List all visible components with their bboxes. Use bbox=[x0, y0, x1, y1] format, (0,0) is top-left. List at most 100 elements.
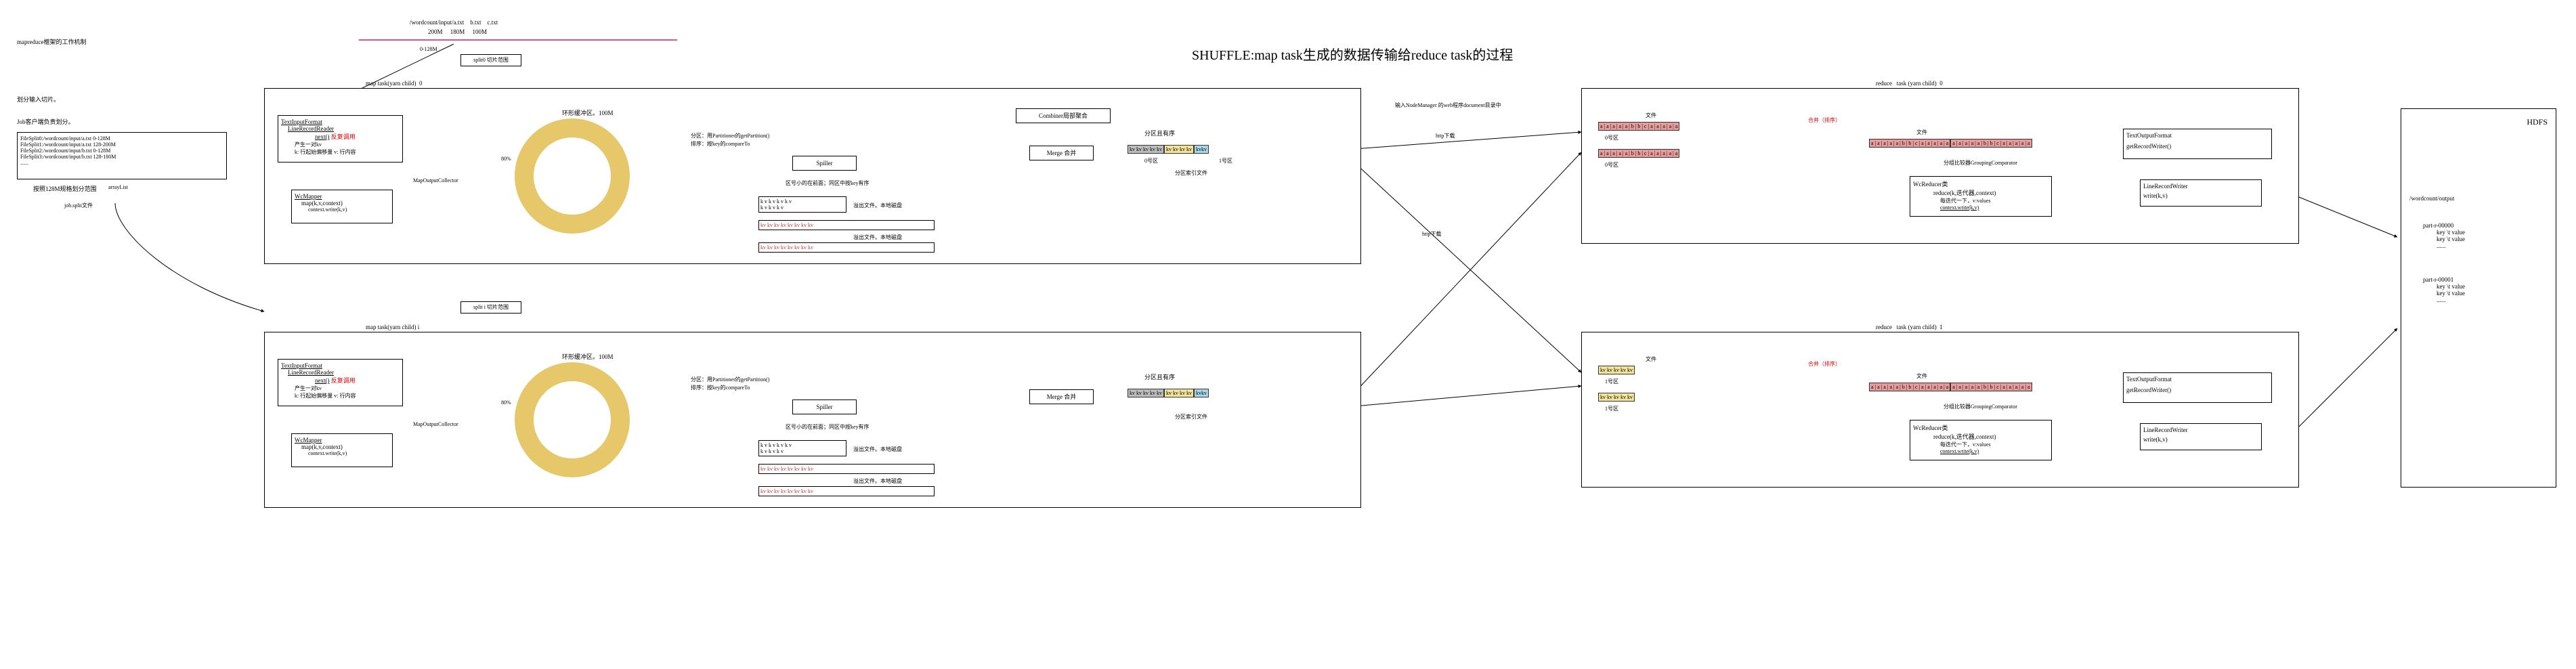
k2: a | a | a | a | a | b | b | c | a | a | … bbox=[1598, 149, 1679, 158]
z1b: 1号区 bbox=[1605, 405, 1618, 412]
wcmapper-0: WcMapper map(k,v,context) context.write(… bbox=[291, 190, 393, 223]
lrr: LineRecordReader bbox=[288, 125, 400, 132]
grp1: 分组比较器GroupingComparator bbox=[1944, 403, 2017, 410]
reuse: 反复调用 bbox=[331, 133, 356, 140]
jobsplit-label: job.split文件 bbox=[64, 202, 93, 209]
cw0: context.write(k,v) bbox=[1940, 204, 2048, 211]
r1-file-b: kv kv kv kv kv bbox=[1598, 393, 1635, 402]
mfn: map(k,v,context) bbox=[301, 444, 389, 450]
hdfs-f0: part-r-00000 bbox=[2423, 222, 2548, 229]
spliti-box: split i 切片范围 bbox=[460, 301, 521, 314]
r0-merged: a | a | a | a | a | b | b | c | a | a | … bbox=[1869, 139, 2032, 148]
spill-file-label-0a: 溢出文件。本地磁盘 bbox=[853, 202, 902, 209]
input-files: /wordcount/input/a.txt b.txt c.txt bbox=[410, 19, 498, 26]
tof-1: TextOutputFormat getRecordWriter() bbox=[2123, 372, 2272, 403]
sr-ia: kv kv kv kv kv kv kv kv bbox=[758, 464, 935, 474]
pct-i: 80% bbox=[501, 400, 511, 406]
tof-0: TextOutputFormat getRecordWriter() bbox=[2123, 129, 2272, 159]
lrw1: LineRecordWriter bbox=[2143, 427, 2258, 433]
d1: ...... bbox=[2437, 297, 2548, 303]
r11: key \t value bbox=[2437, 290, 2548, 297]
page-title: SHUFFLE:map task生成的数据传输给reduce task的过程 bbox=[1192, 44, 1513, 64]
partition-l2-0: 排序：按key的compareTo bbox=[691, 140, 750, 148]
sh-ia: k v k v k v k v k v k v k v bbox=[758, 440, 846, 456]
rfn1: reduce(k,迭代器,context) bbox=[1933, 432, 2048, 441]
pct-0: 80% bbox=[501, 156, 511, 162]
produce: 产生一对kv bbox=[295, 141, 400, 148]
lrw: LineRecordWriter bbox=[2143, 183, 2258, 190]
r0-file-a: a | a | a | a | a | b | b | c | a | a | … bbox=[1598, 122, 1679, 131]
spill-row-0b: kv kv kv kv kv kv kv kv bbox=[758, 242, 935, 253]
hdfs-path: /wordcount/output bbox=[2409, 195, 2548, 202]
split-desc-l4: 按照128M规格划分范围 bbox=[33, 184, 98, 193]
f1m: 文件 bbox=[1916, 372, 1927, 380]
tif-box-i: TextInputFormat LineRecordReader next() … bbox=[278, 359, 403, 406]
r0-file-b: a | a | a | a | a | b | b | c | a | a | … bbox=[1598, 149, 1679, 158]
produce2-i: k: 行起始偏移量 v: 行内容 bbox=[295, 392, 400, 400]
z0b: 0号区 bbox=[1605, 161, 1618, 169]
kv-bar-0: kv kv kv kv kvkv kv kv kvkvkv bbox=[1128, 145, 1209, 154]
reducetask1-header: reduce task (yarn child) 1 bbox=[1876, 324, 1943, 330]
rfn: reduce(k,迭代器,context) bbox=[1933, 188, 2048, 197]
reducer-1: WcReducer类 reduce(k,迭代器,context) 每迭代一下，v… bbox=[1910, 420, 2052, 460]
arraylist-label: arrayList bbox=[108, 184, 128, 190]
tif-box-0: TextInputFormat LineRecordReader next() … bbox=[278, 115, 403, 163]
z1a: 1号区 bbox=[1605, 378, 1618, 385]
next-i: next() bbox=[315, 377, 330, 384]
group-0: 分组比较器GroupingComparator bbox=[1944, 159, 2017, 167]
k0i: kv kv kv kv kv bbox=[1128, 389, 1164, 397]
split0-box: split0 切片范围 bbox=[460, 54, 521, 66]
wcm: WcMapper bbox=[295, 437, 389, 444]
ring-i bbox=[515, 362, 630, 477]
maptaski-header: map task(yarn child) i bbox=[366, 324, 419, 330]
z0a: 0号区 bbox=[1605, 134, 1618, 142]
srk: kv kv kv kv kv kv kv kv bbox=[760, 466, 813, 472]
hdfs-title: HDFS bbox=[2409, 117, 2548, 127]
split-desc-l1: Job客户端负责划分。 bbox=[17, 117, 98, 126]
reducer-0: WcReducer类 reduce(k,迭代器,context) 每迭代一下，v… bbox=[1910, 176, 2052, 217]
spill-file-label-0b: 溢出文件。本地磁盘 bbox=[853, 234, 902, 241]
tif: TextInputFormat bbox=[281, 118, 400, 125]
partition-sort-0: 分区且有序 bbox=[1144, 129, 1175, 137]
ring-0 bbox=[515, 118, 630, 234]
pink-underline bbox=[359, 39, 677, 41]
k: a | a | a | a | a | b | b | c | a | a | … bbox=[1598, 122, 1679, 131]
srk2: kv kv kv kv kv kv kv kv bbox=[760, 488, 813, 494]
mapfn: map(k,v,context) bbox=[301, 200, 389, 207]
sl-ia: 溢出文件。本地磁盘 bbox=[853, 446, 902, 453]
sl-ib: 溢出文件。本地磁盘 bbox=[853, 477, 902, 485]
kv1: kv kv kv kv bbox=[1164, 145, 1194, 154]
collector-i: MapOutputCollector bbox=[413, 421, 458, 427]
http-dl-1: http下载 bbox=[1422, 230, 1441, 238]
produce2: k: 行起始偏移量 v: 行内容 bbox=[295, 148, 400, 156]
range-0: 0-128M bbox=[420, 46, 437, 52]
buffer-title-i: 环形缓冲区。100M bbox=[562, 352, 614, 361]
r01: key \t value bbox=[2437, 236, 2548, 242]
spiller-0: Spiller bbox=[792, 156, 857, 171]
filesplits-box: FileSplit0:/wordcount/input/a.txt 0-128M… bbox=[17, 132, 227, 179]
spill-kv: kv kv kv kv kv kv kv kv bbox=[760, 222, 813, 228]
f1a: 文件 bbox=[1646, 355, 1656, 363]
r1-file-a: kv kv kv kv kv bbox=[1598, 366, 1635, 374]
cw: context.write(k,v) bbox=[308, 450, 389, 456]
collector-0: MapOutputCollector bbox=[413, 177, 458, 184]
km2: a | a | a | a | a | b | b | c | a | a | … bbox=[1950, 383, 2032, 391]
rc1: WcReducer类 bbox=[1913, 423, 2048, 432]
lrw-1: LineRecordWriter write(k,v) bbox=[2140, 423, 2262, 450]
reuse-i: 反复调用 bbox=[331, 377, 356, 384]
reducetask1-container bbox=[1581, 332, 2299, 488]
it: 每迭代一下，v:values bbox=[1940, 197, 2048, 204]
km2: a | a | a | a | a | b | b | c | a | a | … bbox=[1950, 139, 2032, 148]
buffer-title-0: 环形缓冲区。100M bbox=[562, 108, 614, 117]
spiller-note-0: 区号小的在前面；同区中按key有序 bbox=[786, 179, 870, 187]
km: a | a | a | a | a | b | b | c | a | a | … bbox=[1869, 139, 1950, 148]
kv0: kv kv kv kv kv bbox=[1128, 145, 1164, 154]
zone0-0: 0号区 bbox=[1144, 157, 1158, 165]
spill-row-0a: kv kv kv kv kv kv kv kv bbox=[758, 220, 935, 230]
hdfs-box: HDFS /wordcount/output part-r-00000 key … bbox=[2401, 108, 2556, 488]
r1-merged: a | a | a | a | a | b | b | c | a | a | … bbox=[1869, 383, 2032, 391]
http-dl-0: http下载 bbox=[1436, 132, 1455, 139]
input-sizes: 200M 180M 100M bbox=[410, 28, 487, 35]
spill-hdr-0a: k v k v k v k v k v k v k v bbox=[758, 196, 846, 213]
lrw-0: LineRecordWriter write(k,v) bbox=[2140, 179, 2262, 207]
